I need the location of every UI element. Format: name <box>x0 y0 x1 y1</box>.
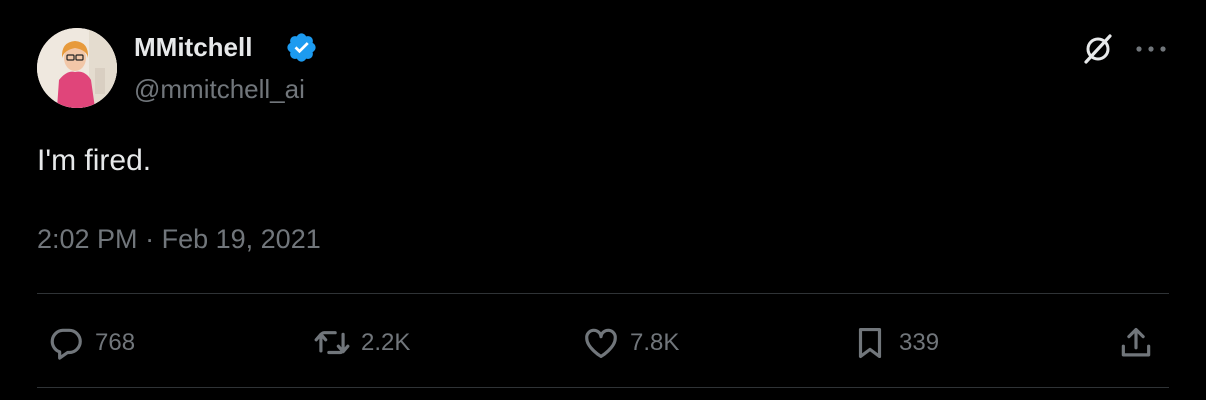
reply-count: 768 <box>95 329 136 356</box>
tweet-text: I'm fired. <box>37 144 152 177</box>
verified-badge-icon <box>287 33 316 62</box>
repost-button[interactable]: 2.2K <box>313 323 410 363</box>
tweet-date[interactable]: Feb 19, 2021 <box>162 224 321 254</box>
bookmark-button[interactable]: 339 <box>851 323 939 363</box>
reply-icon <box>50 328 82 360</box>
like-count: 7.8K <box>630 329 680 356</box>
bookmark-icon <box>858 327 882 359</box>
repost-icon <box>314 331 350 355</box>
share-icon <box>1121 327 1151 357</box>
divider-bottom <box>37 387 1169 388</box>
display-name[interactable]: MMitchell <box>134 30 252 64</box>
repost-count: 2.2K <box>361 329 411 356</box>
like-button[interactable]: 7.8K <box>582 323 679 363</box>
divider-top <box>37 293 1169 294</box>
reply-button[interactable]: 768 <box>47 323 135 363</box>
tweet-time[interactable]: 2:02 PM <box>37 224 138 254</box>
meta-separator: · <box>145 224 155 254</box>
tweet-timestamp[interactable]: 2:02 PM · Feb 19, 2021 <box>37 222 321 256</box>
grok-icon[interactable] <box>1081 32 1115 66</box>
bookmark-count: 339 <box>899 329 940 356</box>
tweet-card: MMitchell @mmitchell_ai I'm fired. 2:02 … <box>0 0 1206 400</box>
avatar[interactable] <box>37 28 117 108</box>
share-button[interactable] <box>1117 323 1155 363</box>
user-handle[interactable]: @mmitchell_ai <box>134 72 305 106</box>
more-icon[interactable] <box>1134 38 1168 60</box>
heart-icon <box>585 328 617 359</box>
